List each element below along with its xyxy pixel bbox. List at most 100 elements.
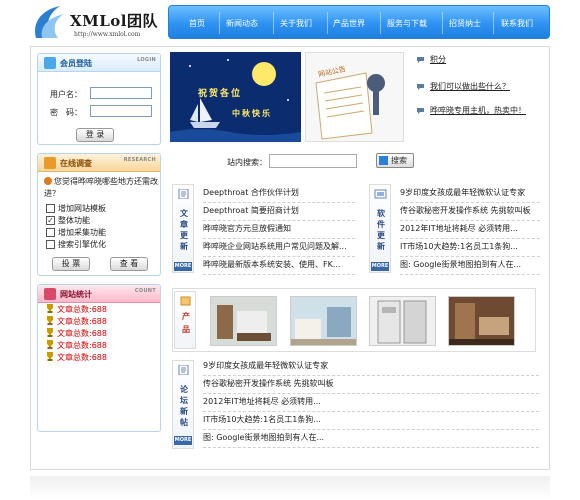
forum-tab-char: 论 <box>180 385 188 394</box>
product-box-icon <box>180 296 191 306</box>
search-button[interactable]: 搜索 <box>376 153 414 168</box>
login-panel: 会员登陆 LOGIN 用户名： 密 码： 登 录 <box>37 53 161 145</box>
trophy-icon <box>47 352 53 361</box>
articles-more-button[interactable]: MORE <box>174 262 192 271</box>
articles-tab-char: 文 <box>180 209 188 218</box>
software-tab-char: 新 <box>377 242 385 251</box>
nav-products[interactable]: 产品世界 <box>333 18 365 29</box>
top-nav: 首页 新闻动态 关于我们 产品世界 服务与下载 招贤纳士 联系我们 <box>168 5 550 39</box>
product-thumbnail[interactable] <box>369 296 436 346</box>
stats-header: 网站统计 COUNT <box>38 285 160 303</box>
software-more-button[interactable]: MORE <box>371 262 389 271</box>
survey-icon <box>44 157 56 169</box>
software-item[interactable]: 图: Google街景地图拍到有人在... <box>400 257 540 275</box>
product-thumbnail[interactable] <box>448 296 515 346</box>
survey-option-checkbox-checked[interactable]: ✓ <box>46 216 55 225</box>
forum-tab: 论 坛 新 帖 MORE <box>172 360 194 449</box>
product-thumbnail[interactable] <box>290 296 357 346</box>
article-item[interactable]: Deepthroat 简要招商计划 <box>203 203 355 221</box>
survey-option-checkbox[interactable] <box>46 204 55 213</box>
software-item[interactable]: IT市场10大趋势:1名员工1条狗... <box>400 239 540 257</box>
articles-tab-char: 更 <box>180 231 188 240</box>
nav-home[interactable]: 首页 <box>189 18 205 29</box>
software-item[interactable]: 9岁印度女孩成最年轻微软认证专家 <box>400 185 540 203</box>
username-label: 用户名： <box>50 90 82 99</box>
nav-about[interactable]: 关于我们 <box>280 18 312 29</box>
stats-row: 文章总数:688 <box>46 316 107 327</box>
password-field[interactable] <box>90 105 152 117</box>
nav-contact[interactable]: 联系我们 <box>501 18 533 29</box>
speech-bubble-icon <box>417 108 424 114</box>
speech-bubble-icon <box>417 57 424 63</box>
festival-name: 中秋快乐 <box>232 109 272 118</box>
promo-link[interactable]: 积分 <box>430 54 446 65</box>
forum-icon <box>178 365 189 375</box>
stats-row: 文章总数:688 <box>46 352 107 363</box>
article-item[interactable]: Deepthroat 合作伙伴计划 <box>203 185 355 203</box>
forum-item[interactable]: 传谷歌秘密开发操作系统 先挑软叫板 <box>203 376 539 394</box>
stats-value: 文章总数:688 <box>57 341 107 350</box>
forum-item[interactable]: IT市场10大趋势:1名员工1条狗... <box>203 412 539 430</box>
forum-item[interactable]: 2012年IT地址将耗尽 必须转用... <box>203 394 539 412</box>
forum-tab-char: 帖 <box>180 418 188 427</box>
articles-tab: 文 章 更 新 MORE <box>172 184 194 273</box>
search-input[interactable] <box>269 154 357 168</box>
forum-tab-char: 坛 <box>180 396 188 405</box>
footer-bar <box>30 476 550 500</box>
stats-value: 文章总数:688 <box>57 317 107 326</box>
promo-link[interactable]: 晔啐晓专用主机，热卖中！ <box>430 105 526 116</box>
login-header: 会员登陆 LOGIN <box>38 54 160 72</box>
vote-button[interactable]: 投 票 <box>52 257 90 271</box>
festival-banner[interactable]: 祝贺各位 中秋快乐 <box>170 52 301 142</box>
username-field[interactable] <box>90 87 152 99</box>
stats-title: 网站统计 <box>60 290 92 299</box>
promo-link[interactable]: 我们可以做出些什么？ <box>430 81 510 92</box>
stats-row: 文章总数:688 <box>46 340 107 351</box>
stats-icon <box>44 288 56 300</box>
nav-jobs[interactable]: 招贤纳士 <box>449 18 481 29</box>
survey-option-label: 搜索引擎优化 <box>58 240 106 249</box>
trophy-icon <box>47 340 53 349</box>
trophy-icon <box>47 328 53 337</box>
stats-english: COUNT <box>134 288 156 294</box>
login-button[interactable]: 登 录 <box>76 128 114 142</box>
password-label: 密 码： <box>50 108 82 117</box>
survey-panel: 在线调查 RESEARCH 您觉得晔啐晓哪些地方还需改进？ 增加网站模板 ✓ 整… <box>37 153 161 276</box>
products-tab-char: 品 <box>182 325 190 334</box>
nav-divider <box>273 12 274 34</box>
stats-row: 文章总数:688 <box>46 328 107 339</box>
software-item[interactable]: 传谷歌秘密开发操作系统 先挑软叫板 <box>400 203 540 221</box>
question-icon <box>44 177 52 185</box>
survey-question: 您觉得晔啐晓哪些地方还需改进？ <box>44 176 162 200</box>
article-item[interactable]: 晔啐晓企业网站系统用户常见问题及解... <box>203 239 355 257</box>
forum-item[interactable]: 图: Google街景地图拍到有人在... <box>203 430 539 448</box>
forum-more-button[interactable]: MORE <box>174 436 192 445</box>
search-button-label: 搜索 <box>391 156 407 165</box>
software-item[interactable]: 2012年IT地址将耗尽 必须转用... <box>400 221 540 239</box>
survey-english: RESEARCH <box>123 157 156 163</box>
announcement-banner[interactable]: 网站公告 <box>305 52 404 142</box>
forum-item[interactable]: 9岁印度女孩成最年轻微软认证专家 <box>203 358 539 376</box>
products-tab: 产 品 <box>174 291 196 349</box>
login-english: LOGIN <box>137 57 156 63</box>
view-results-button[interactable]: 查 看 <box>110 257 148 271</box>
nav-service[interactable]: 服务与下载 <box>387 18 427 29</box>
articles-tab-char: 章 <box>180 220 188 229</box>
stats-value: 文章总数:688 <box>57 329 107 338</box>
forum-tab-char: 新 <box>180 407 188 416</box>
survey-option-checkbox[interactable] <box>46 228 55 237</box>
article-item[interactable]: 晔啐晓官方元旦放假通知 <box>203 221 355 239</box>
survey-option-checkbox[interactable] <box>46 240 55 249</box>
site-url: http://www.xmlol.com <box>74 31 141 38</box>
product-room-image <box>370 297 435 345</box>
site-logo[interactable]: XMLol团队 http://www.xmlol.com <box>30 4 170 44</box>
survey-header: 在线调查 RESEARCH <box>38 154 160 172</box>
survey-option-label: 增加网站模板 <box>58 204 106 213</box>
software-tab: 软 件 更 新 MORE <box>369 184 391 273</box>
search-label: 站内搜索： <box>227 158 267 167</box>
announcement-scene <box>306 53 403 141</box>
article-item[interactable]: 晔啐晓最新版本系统安装、使用、FK... <box>203 257 355 275</box>
product-thumbnail[interactable] <box>210 296 277 346</box>
nav-divider <box>442 12 443 34</box>
nav-news[interactable]: 新闻动态 <box>226 18 258 29</box>
